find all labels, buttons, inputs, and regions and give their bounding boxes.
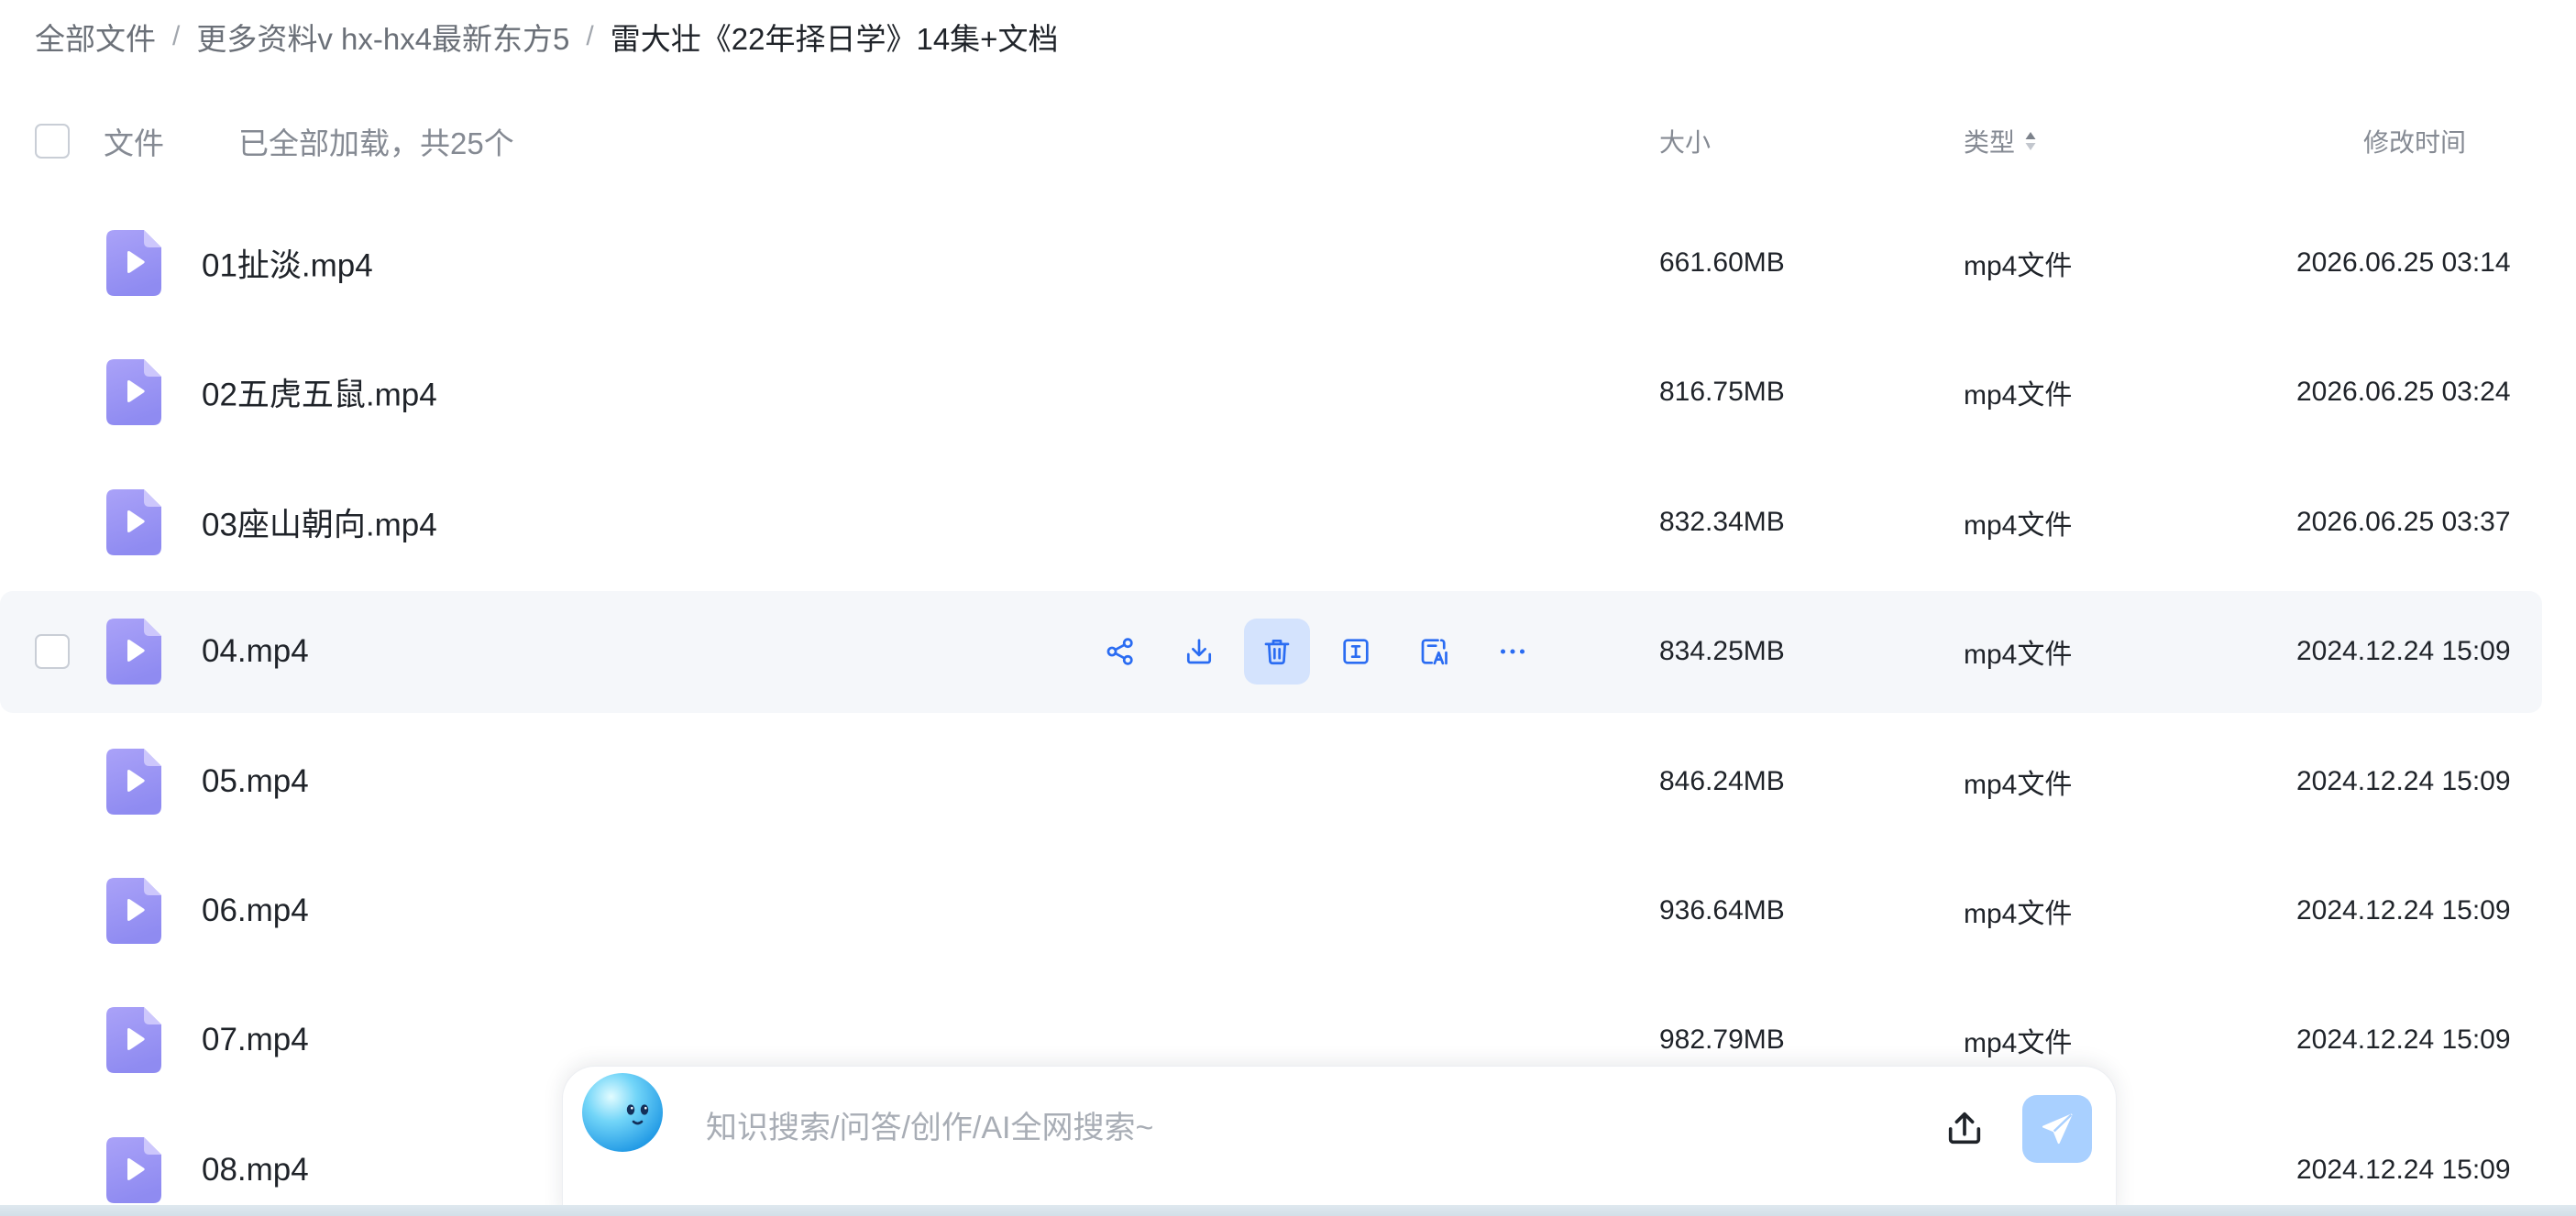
file-row[interactable]: 01扯淡.mp4 661.60MB mp4文件 2026.06.25 03:14 (0, 217, 2542, 309)
send-button[interactable] (2022, 1095, 2092, 1163)
video-file-icon (106, 748, 161, 815)
file-row[interactable]: 02五虎五鼠.mp4 816.75MB mp4文件 2026.06.25 03:24 (0, 346, 2542, 438)
file-type: mp4文件 (1964, 380, 2073, 411)
ai-document-icon (1417, 635, 1450, 668)
row-action-toolbar (1087, 619, 1546, 685)
file-type: mp4文件 (1964, 899, 2073, 929)
file-row[interactable]: 04.mp4 834.25MB mp4文件 2024.12.24 15:09 (0, 590, 2542, 713)
video-file-icon (106, 878, 161, 944)
more-button[interactable] (1480, 619, 1546, 685)
upload-button[interactable] (1937, 1101, 1992, 1156)
file-modified-time: 2024.12.24 15:09 (2296, 1024, 2511, 1056)
file-name[interactable]: 03座山朝向.mp4 (202, 498, 437, 545)
file-modified-time: 2024.12.24 15:09 (2296, 1154, 2511, 1185)
file-modified-time: 2026.06.25 03:37 (2296, 506, 2511, 537)
video-file-icon (106, 359, 161, 426)
download-icon (1183, 635, 1216, 668)
file-modified-time: 2024.12.24 15:09 (2296, 765, 2511, 796)
file-name[interactable]: 02五虎五鼠.mp4 (202, 369, 437, 416)
trash-icon (1260, 635, 1294, 668)
video-file-icon (106, 1007, 161, 1074)
download-button[interactable] (1166, 619, 1232, 685)
file-type: mp4文件 (1964, 509, 2073, 541)
file-type: mp4文件 (1964, 251, 2073, 281)
file-size: 846.24MB (1659, 765, 1785, 796)
share-button[interactable] (1087, 619, 1153, 685)
file-name[interactable]: 01扯淡.mp4 (202, 240, 373, 287)
file-type: mp4文件 (1964, 1028, 2073, 1059)
assistant-search-bar (562, 1066, 2117, 1216)
file-name[interactable]: 07.mp4 (202, 1022, 309, 1058)
file-name[interactable]: 04.mp4 (202, 633, 309, 670)
file-modified-time: 2024.12.24 15:09 (2296, 895, 2511, 926)
file-type: mp4文件 (1964, 640, 2073, 671)
assistant-search-input[interactable] (706, 1101, 1898, 1156)
file-row[interactable]: 06.mp4 936.64MB mp4文件 2024.12.24 15:09 (0, 865, 2542, 957)
assistant-avatar-icon (576, 1062, 669, 1157)
file-size: 832.34MB (1659, 506, 1785, 537)
file-modified-time: 2026.06.25 03:14 (2296, 247, 2511, 278)
share-icon (1104, 635, 1137, 668)
file-row[interactable]: 03座山朝向.mp4 832.34MB mp4文件 2026.06.25 03:37 (0, 477, 2542, 568)
file-type: mp4文件 (1964, 769, 2073, 800)
more-icon (1496, 635, 1529, 668)
send-icon (2038, 1110, 2076, 1148)
video-file-icon (106, 488, 161, 555)
delete-button[interactable] (1244, 619, 1311, 685)
rename-button[interactable] (1323, 619, 1389, 685)
file-size: 982.79MB (1659, 1024, 1785, 1056)
video-file-icon (106, 619, 161, 685)
file-row[interactable]: 05.mp4 846.24MB mp4文件 2024.12.24 15:09 (0, 736, 2542, 827)
upload-icon (1943, 1107, 1986, 1149)
file-modified-time: 2024.12.24 15:09 (2296, 636, 2511, 667)
file-name[interactable]: 06.mp4 (202, 893, 309, 929)
file-size: 661.60MB (1659, 247, 1785, 278)
file-size: 834.25MB (1659, 636, 1785, 667)
file-list: 01扯淡.mp4 661.60MB mp4文件 2026.06.25 03:14 02五… (0, 0, 2576, 1216)
file-name[interactable]: 05.mp4 (202, 763, 309, 800)
file-size: 816.75MB (1659, 377, 1785, 408)
video-file-icon (106, 1136, 161, 1203)
bottom-edge-strip (0, 1205, 2576, 1216)
video-file-icon (106, 230, 161, 296)
file-name[interactable]: 08.mp4 (202, 1152, 309, 1189)
row-checkbox[interactable] (35, 634, 70, 670)
file-modified-time: 2026.06.25 03:24 (2296, 377, 2511, 408)
ai-tools-button[interactable] (1401, 619, 1467, 685)
rename-icon (1339, 635, 1372, 668)
file-size: 936.64MB (1659, 895, 1785, 926)
